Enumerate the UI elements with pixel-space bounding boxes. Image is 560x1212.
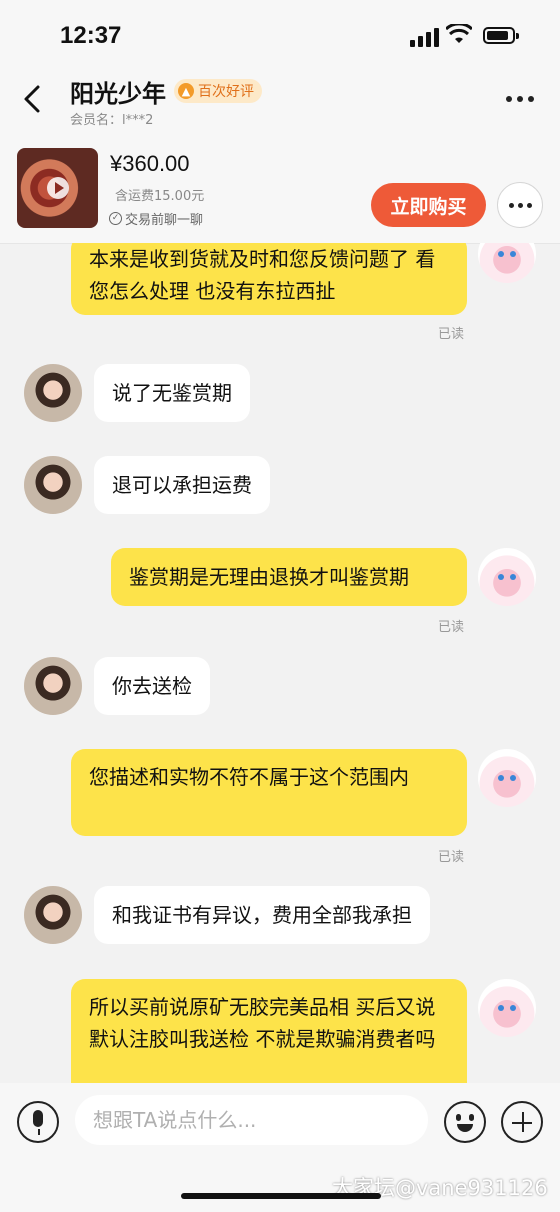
microphone-icon[interactable] — [17, 1101, 59, 1143]
message-text: 您描述和实物不符不属于这个范围内 — [89, 765, 409, 789]
status-time: 12:37 — [60, 22, 122, 49]
message-list[interactable]: 本来是收到货就及时和您反馈问题了 看您怎么处理 也没有东拉西扯 已读 说了无鉴赏… — [0, 243, 560, 1083]
my-avatar — [478, 548, 536, 606]
message-input[interactable] — [75, 1095, 428, 1145]
read-status: 已读 — [438, 850, 465, 865]
emoji-icon[interactable] — [444, 1101, 486, 1143]
my-avatar — [478, 979, 536, 1037]
read-status: 已读 — [438, 620, 465, 635]
status-bar: 12:37 — [0, 0, 560, 70]
message-bubble[interactable]: 您描述和实物不符不属于这个范围内 — [71, 749, 467, 836]
my-avatar — [478, 749, 536, 807]
wifi-icon — [446, 24, 472, 43]
contact-avatar[interactable] — [24, 657, 82, 715]
message-bubble[interactable]: 本来是收到货就及时和您反馈问题了 看您怎么处理 也没有东拉西扯 — [71, 243, 467, 315]
message-text: 鉴赏期是无理由退换才叫鉴赏期 — [129, 565, 409, 589]
product-price: ¥360.00 — [110, 151, 190, 176]
contact-name: 阳光少年 — [70, 80, 166, 108]
play-icon — [47, 177, 69, 199]
product-card: ¥360.00 含运费15.00元 ✓ 交易前聊一聊 立即购买 — [0, 130, 560, 244]
chat-header: 阳光少年 ▲ 百次好评 会员名：l***2 — [0, 70, 560, 130]
check-circle-icon: ✓ — [109, 212, 122, 225]
message-bubble[interactable]: 你去送检 — [94, 657, 210, 715]
my-avatar — [478, 243, 536, 283]
chat-before-trade-label: 交易前聊一聊 — [125, 213, 204, 228]
product-more-icon[interactable] — [497, 182, 543, 228]
message-bubble[interactable]: 说了无鉴赏期 — [94, 364, 250, 422]
review-badge: ▲ 百次好评 — [174, 79, 262, 103]
message-text: 本来是收到货就及时和您反馈问题了 看您怎么处理 也没有东拉西扯 — [89, 247, 436, 303]
more-options-icon[interactable] — [506, 96, 534, 102]
message-bubble[interactable]: 所以买前说原矿无胶完美品相 买后又说默认注胶叫我送检 不就是欺骗消费者吗 — [71, 979, 467, 1083]
shipping-fee: 含运费15.00元 — [115, 189, 205, 204]
plus-icon[interactable] — [501, 1101, 543, 1143]
message-text: 退可以承担运费 — [112, 473, 252, 497]
message-text: 所以买前说原矿无胶完美品相 买后又说默认注胶叫我送检 不就是欺骗消费者吗 — [89, 995, 436, 1051]
signal-icon — [410, 28, 439, 47]
review-badge-label: 百次好评 — [198, 84, 254, 100]
back-arrow-icon[interactable] — [18, 84, 48, 114]
read-status: 已读 — [438, 327, 465, 342]
contact-avatar[interactable] — [24, 886, 82, 944]
message-text: 和我证书有异议，费用全部我承担 — [112, 903, 412, 927]
home-indicator — [181, 1193, 381, 1199]
battery-icon — [483, 27, 519, 44]
contact-avatar[interactable] — [24, 364, 82, 422]
message-text: 你去送检 — [112, 674, 192, 698]
message-text: 说了无鉴赏期 — [112, 381, 232, 405]
message-bubble[interactable]: 鉴赏期是无理由退换才叫鉴赏期 — [111, 548, 467, 606]
thumbs-up-icon: ▲ — [178, 83, 194, 99]
buy-now-button[interactable]: 立即购买 — [371, 183, 486, 227]
chat-before-trade: ✓ 交易前聊一聊 — [109, 209, 203, 228]
product-thumbnail[interactable] — [17, 148, 98, 228]
message-bubble[interactable]: 和我证书有异议，费用全部我承担 — [94, 886, 430, 944]
contact-avatar[interactable] — [24, 456, 82, 514]
member-id: 会员名：l***2 — [70, 113, 154, 128]
message-bubble[interactable]: 退可以承担运费 — [94, 456, 270, 514]
